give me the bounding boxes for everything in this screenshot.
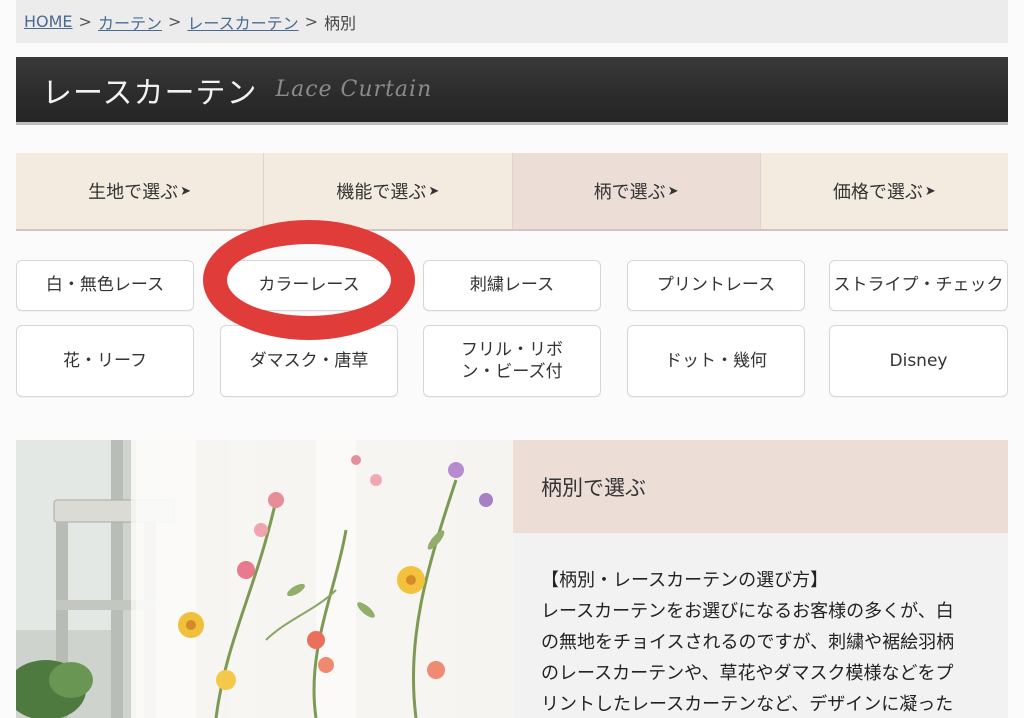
- tab-pattern[interactable]: 柄で選ぶ ➤: [512, 153, 761, 229]
- pattern-button-embroidery[interactable]: 刺繍レース: [423, 260, 601, 311]
- pattern-button-print-lace[interactable]: プリントレース: [627, 260, 805, 311]
- arrow-right-icon: ➤: [428, 183, 440, 199]
- tab-pattern-label: 柄で選ぶ: [593, 182, 666, 203]
- breadcrumb-current: 柄別: [323, 13, 356, 33]
- pattern-button-damask[interactable]: ダマスク・唐草: [220, 325, 398, 397]
- tab-function-label: 機能で選ぶ: [336, 182, 427, 203]
- breadcrumb-curtain-link[interactable]: カーテン: [98, 10, 162, 34]
- tab-price[interactable]: 価格で選ぶ ➤: [760, 153, 1008, 229]
- arrow-right-icon: ➤: [924, 183, 936, 199]
- breadcrumb-separator: >: [304, 12, 318, 31]
- breadcrumb: HOME > カーテン > レースカーテン > 柄別: [16, 0, 1008, 43]
- pattern-button-stripe-check[interactable]: ストライプ・チェック: [829, 260, 1008, 311]
- pattern-button-frill-ribbon[interactable]: フリル・リボン・ビーズ付: [423, 325, 601, 397]
- section-description: 【柄別・レースカーテンの選び方】 レースカーテンをお選びになるお客様の多くが、白…: [513, 533, 1008, 718]
- arrow-right-icon: ➤: [180, 183, 192, 199]
- description-line: レースカーテンをお選びになるお客様の多くが、白: [541, 601, 954, 622]
- section-heading-text: 柄別で選ぶ: [541, 475, 646, 500]
- tab-fabric-label: 生地で選ぶ: [88, 182, 179, 203]
- page-header: レースカーテン Lace Curtain: [16, 57, 1008, 125]
- flower-curtain-illustration: [16, 440, 513, 718]
- breadcrumb-home-link[interactable]: HOME: [24, 12, 73, 31]
- lace-curtain-photo: [16, 440, 513, 718]
- pattern-button-white-plain[interactable]: 白・無色レース: [16, 260, 194, 311]
- tab-price-label: 価格で選ぶ: [832, 182, 923, 203]
- breadcrumb-lace-curtain-link[interactable]: レースカーテン: [187, 10, 298, 34]
- category-tabs: 生地で選ぶ ➤ 機能で選ぶ ➤ 柄で選ぶ ➤ 価格で選ぶ ➤: [16, 153, 1008, 231]
- pattern-button-color-lace[interactable]: カラーレース: [220, 260, 398, 311]
- pattern-button-dot-geometric[interactable]: ドット・幾何: [627, 325, 805, 397]
- description-line: のレースカーテンや、草花やダマスク模様などをプ: [541, 663, 954, 684]
- arrow-right-icon: ➤: [667, 183, 679, 199]
- tab-fabric[interactable]: 生地で選ぶ ➤: [16, 153, 265, 229]
- page-subtitle: Lace Curtain: [275, 77, 433, 102]
- description-line: の無地をチョイスされるのですが、刺繍や裾絵羽柄: [541, 632, 955, 653]
- tab-function[interactable]: 機能で選ぶ ➤: [264, 153, 513, 229]
- pattern-button-flower-leaf[interactable]: 花・リーフ: [16, 325, 194, 397]
- page-title: レースカーテン: [42, 75, 258, 111]
- description-line: リントしたレースカーテンなど、デザインに凝った: [541, 694, 954, 715]
- breadcrumb-separator: >: [78, 12, 92, 31]
- description-title: 【柄別・レースカーテンの選び方】: [541, 570, 829, 591]
- section-heading: 柄別で選ぶ: [513, 440, 1008, 533]
- breadcrumb-separator: >: [167, 12, 182, 31]
- pattern-button-disney[interactable]: Disney: [829, 325, 1008, 397]
